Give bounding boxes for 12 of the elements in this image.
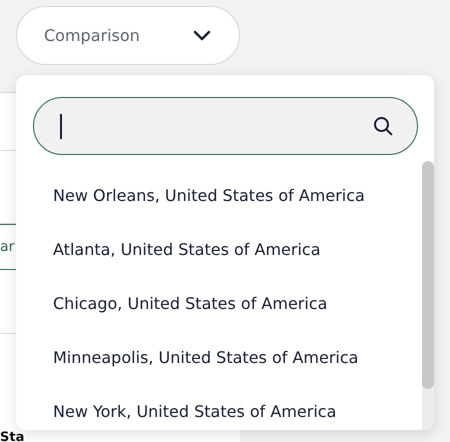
comparison-dropdown-button[interactable]: Comparison	[16, 6, 240, 65]
city-option[interactable]: Minneapolis, United States of America	[16, 346, 422, 370]
city-option[interactable]: Atlanta, United States of America	[16, 238, 422, 262]
scrollbar[interactable]	[422, 161, 434, 430]
city-option[interactable]: Chicago, United States of America	[16, 292, 422, 316]
chevron-down-icon	[193, 30, 211, 41]
city-option[interactable]: New Orleans, United States of America	[16, 184, 422, 208]
link-text[interactable]: ar	[0, 239, 14, 255]
search-icon	[373, 116, 393, 136]
row-label: Sta	[0, 431, 24, 442]
city-option[interactable]: New York, United States of America	[16, 400, 422, 424]
text-cursor	[60, 114, 62, 138]
